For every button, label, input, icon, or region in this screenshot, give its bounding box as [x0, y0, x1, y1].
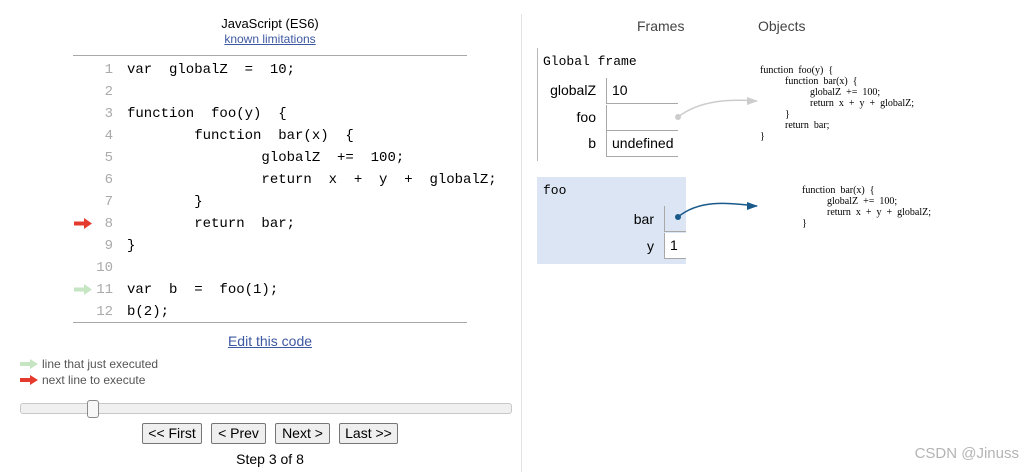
- pointer-foo-to-function: [677, 99, 758, 118]
- pointer-foo-arrowhead: [747, 97, 758, 105]
- pointer-bar-to-function: [677, 202, 758, 218]
- pointer-arrows: [675, 97, 758, 220]
- pointer-bar-arrowhead: [747, 202, 758, 210]
- pointer-bar-dot: [675, 214, 681, 220]
- pointer-foo-dot: [675, 114, 681, 120]
- watermark: CSDN @Jinuss: [914, 445, 1019, 462]
